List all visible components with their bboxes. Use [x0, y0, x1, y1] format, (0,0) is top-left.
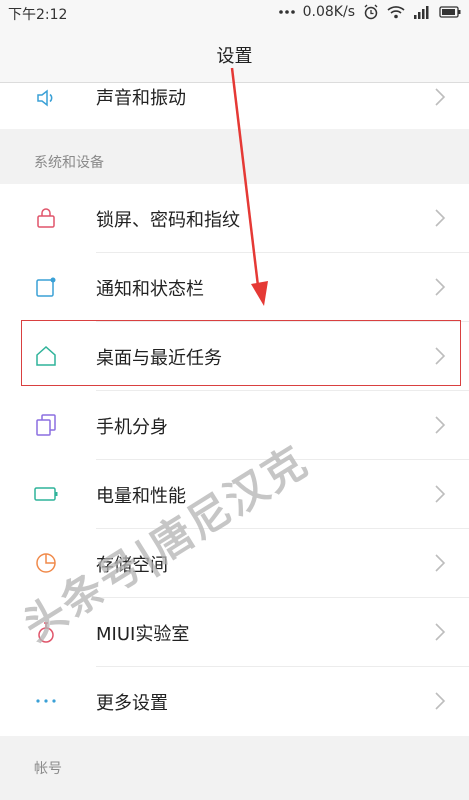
status-right: 0.08K/s: [278, 4, 461, 20]
alarm-icon: [363, 4, 379, 20]
lock-icon: [34, 206, 58, 230]
chevron-right-icon: [433, 551, 447, 575]
list-item-label: 通知和状态栏: [96, 279, 204, 300]
wifi-icon: [387, 5, 405, 19]
list-item-label: 锁屏、密码和指纹: [96, 210, 240, 231]
notification-icon: [34, 275, 58, 299]
more-dots-icon: [278, 9, 295, 15]
pie-chart-icon: [34, 551, 58, 575]
list-item-notifications[interactable]: 通知和状态栏: [0, 253, 469, 322]
list-item-label: MIUI实验室: [96, 624, 190, 645]
chevron-right-icon: [433, 206, 447, 230]
sound-group: 声音和振动: [0, 83, 469, 129]
battery-icon: [34, 482, 58, 506]
list-item-label: 更多设置: [96, 693, 168, 714]
network-speed: 0.08K/s: [302, 4, 355, 20]
list-item-label: 手机分身: [96, 417, 168, 438]
list-item-more-settings[interactable]: 更多设置: [0, 667, 469, 736]
highlight-box: [21, 320, 461, 386]
speaker-icon: [34, 86, 58, 110]
status-time: 下午2:12: [8, 7, 68, 23]
dual-copy-icon: [34, 413, 58, 437]
page-title: 设置: [216, 46, 253, 67]
title-bar: 设置: [0, 26, 469, 83]
list-item-label: 声音和振动: [96, 88, 186, 109]
chevron-right-icon: [433, 413, 447, 437]
section-header-system: 系统和设备: [0, 138, 469, 184]
chevron-right-icon: [433, 620, 447, 644]
list-item-sound[interactable]: 声音和振动: [0, 83, 469, 129]
chevron-right-icon: [433, 482, 447, 506]
section-header-account: 帐号: [0, 744, 469, 800]
list-item-dual-apps[interactable]: 手机分身: [0, 391, 469, 460]
section-title: 系统和设备: [34, 155, 104, 171]
battery-status-icon: [439, 6, 461, 18]
section-title: 帐号: [34, 761, 62, 777]
list-item-lockscreen[interactable]: 锁屏、密码和指纹: [0, 184, 469, 253]
chevron-right-icon: [433, 85, 447, 109]
chevron-right-icon: [433, 689, 447, 713]
status-bar: 下午2:12 0.08K/s: [0, 0, 469, 26]
more-dots-icon: [34, 689, 58, 713]
signal-icon: [413, 5, 431, 19]
chevron-right-icon: [433, 275, 447, 299]
